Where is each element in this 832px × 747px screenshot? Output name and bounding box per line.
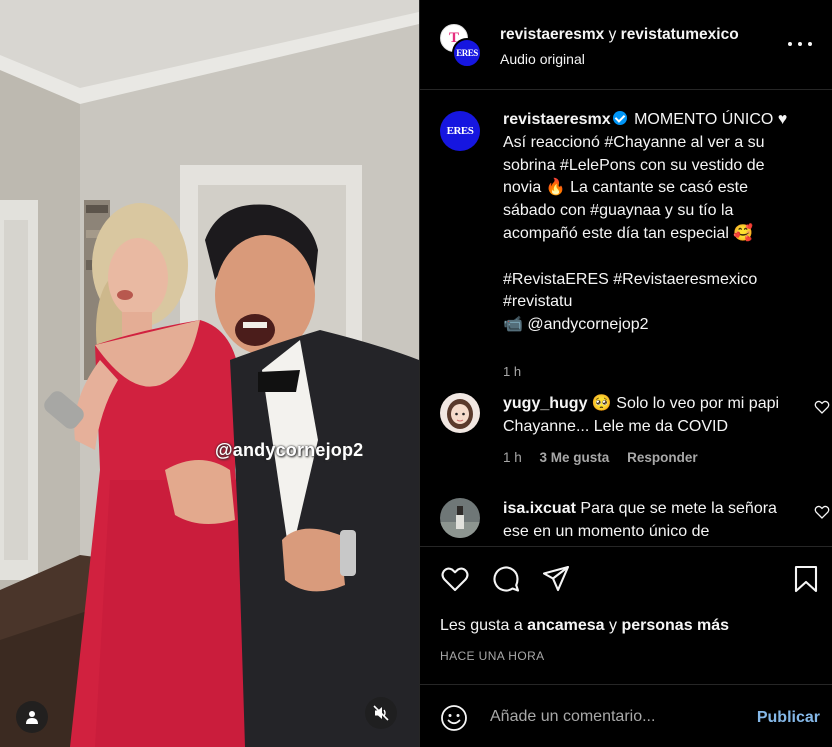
- caption-hashtags[interactable]: #revistatu: [503, 293, 572, 310]
- caption-credit[interactable]: 📹 @andycornejop2: [503, 316, 649, 333]
- share-icon[interactable]: [541, 564, 571, 594]
- caption-line: Así reaccionó #Chayanne al ver a su: [503, 133, 765, 151]
- comment-text: isa.ixcuat Para que se mete la señora es…: [503, 498, 783, 544]
- post-authors: revistaeresmx y revistatumexico: [500, 26, 739, 44]
- user-icon: [26, 711, 38, 724]
- caption-hashtags[interactable]: #RevistaERES #Revistaeresmexico: [503, 271, 757, 288]
- caption-text: revistaeresmx MOMENTO ÚNICO ♥ Así reacci…: [503, 109, 813, 337]
- caption-line: acompañó este día tan especial 🥰: [503, 224, 754, 242]
- caption-time[interactable]: 1 h: [503, 364, 521, 379]
- more-dot-icon: [808, 42, 812, 46]
- video-watermark: @andycornejop2: [215, 440, 364, 460]
- caption-avatar[interactable]: ERES: [440, 111, 480, 151]
- heart-icon[interactable]: [814, 504, 830, 520]
- author-link-revistatumexico[interactable]: revistatumexico: [621, 26, 739, 43]
- heart-icon[interactable]: [440, 564, 470, 594]
- post-actions: Les gusta a ancamesa y personas más HACE…: [420, 546, 832, 684]
- comment-username[interactable]: yugy_hugy: [503, 395, 587, 412]
- author-connector: y: [604, 26, 621, 43]
- avatar-illustration: [440, 393, 480, 433]
- video-frame-image: [0, 0, 419, 747]
- tagged-users-button[interactable]: [16, 701, 48, 733]
- heart-icon[interactable]: [814, 399, 830, 415]
- post-details-panel: T ERES revistaeresmx y revistatumexico A…: [419, 0, 832, 747]
- verified-badge-icon: [612, 111, 627, 125]
- caption-line: MOMENTO ÚNICO ♥: [634, 111, 788, 128]
- caption-line: sobrina #LelePons con su vestido de: [503, 156, 765, 174]
- emoji-icon[interactable]: [440, 704, 468, 732]
- speaker-muted-icon: [373, 705, 389, 721]
- audio-link[interactable]: Audio original: [500, 51, 585, 67]
- author-link-revistaeresmx[interactable]: revistaeresmx: [500, 26, 604, 43]
- caption-line: novia 🔥 La cantante se casó este: [503, 179, 748, 197]
- comment-meta: 1 h 3 Me gusta Responder: [503, 450, 712, 465]
- bookmark-icon[interactable]: [791, 564, 821, 594]
- add-comment-bar: Publicar: [420, 684, 832, 747]
- reply-button[interactable]: Responder: [627, 450, 698, 465]
- more-options-button[interactable]: [788, 36, 812, 52]
- avatar-photo: [440, 498, 480, 538]
- collab-avatars[interactable]: T ERES: [440, 24, 482, 68]
- caption-username[interactable]: revistaeresmx: [503, 111, 611, 128]
- comment-text: yugy_hugy 🥺 Solo lo veo por mi papi Chay…: [503, 393, 783, 439]
- post-timestamp[interactable]: HACE UNA HORA: [440, 649, 545, 663]
- likes-connector: y: [604, 617, 622, 634]
- commenter-avatar[interactable]: [440, 393, 480, 433]
- mute-toggle-button[interactable]: [365, 697, 397, 729]
- comment-input[interactable]: [490, 701, 740, 733]
- comment-time[interactable]: 1 h: [503, 450, 522, 465]
- comment-likes[interactable]: 3 Me gusta: [540, 450, 610, 465]
- comments-list[interactable]: ERES revistaeresmx MOMENTO ÚNICO ♥ Así r…: [420, 91, 832, 546]
- more-dot-icon: [788, 42, 792, 46]
- post-header: T ERES revistaeresmx y revistatumexico A…: [420, 0, 832, 90]
- publish-button[interactable]: Publicar: [757, 709, 820, 727]
- post-video[interactable]: @andycornejop2: [0, 0, 419, 747]
- avatar-revistaeresmx[interactable]: ERES: [452, 38, 482, 68]
- comment-icon[interactable]: [491, 564, 521, 594]
- liker-username[interactable]: ancamesa: [527, 617, 604, 634]
- caption-line: sábado con #guaynaa y su tío la: [503, 202, 734, 220]
- commenter-avatar[interactable]: [440, 498, 480, 538]
- comment-username[interactable]: isa.ixcuat: [503, 500, 576, 517]
- likes-summary: Les gusta a ancamesa y personas más: [440, 617, 729, 635]
- likes-prefix: Les gusta a: [440, 617, 528, 634]
- more-dot-icon: [798, 42, 802, 46]
- likes-others-link[interactable]: personas más: [621, 617, 729, 634]
